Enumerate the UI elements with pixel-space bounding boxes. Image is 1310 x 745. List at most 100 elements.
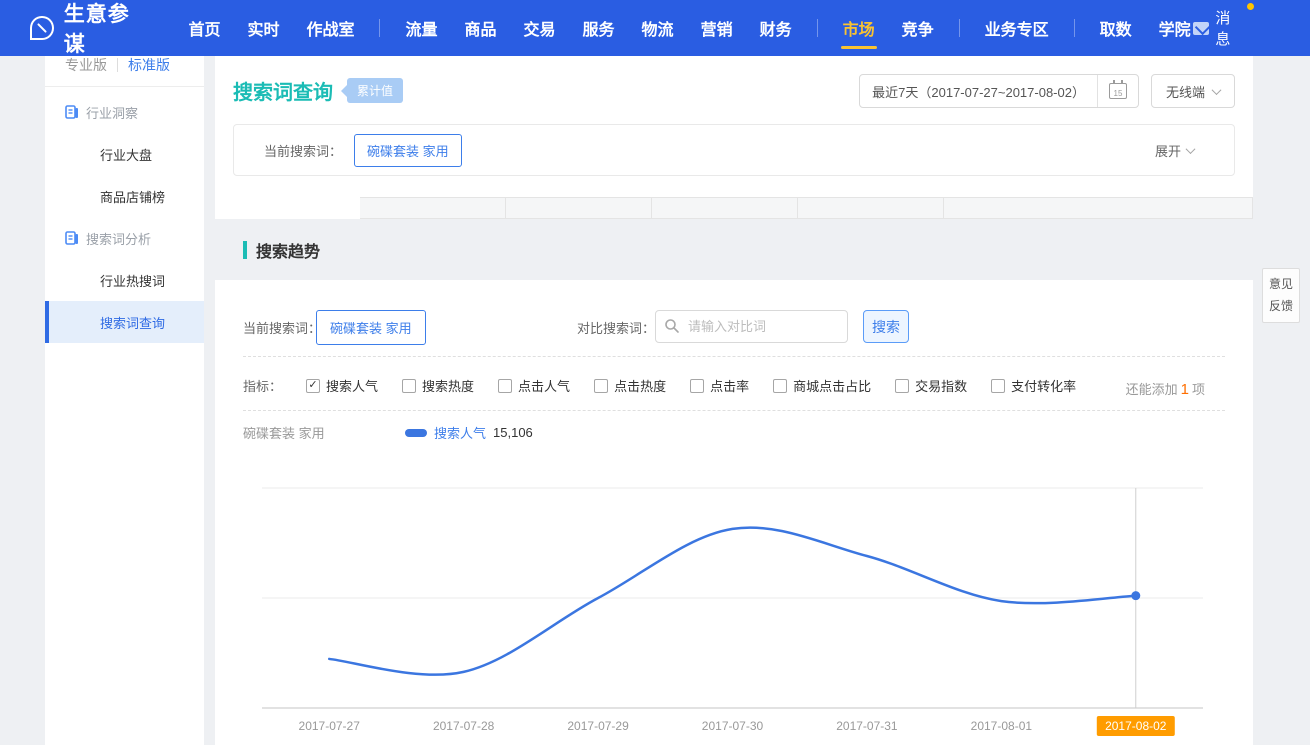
x-axis-label: 2017-07-27: [299, 719, 361, 733]
nav-item-4[interactable]: 流量: [403, 1, 439, 55]
date-range-picker[interactable]: 最近7天（2017-07-27~2017-08-02） 15: [859, 74, 1139, 108]
table-tab-0[interactable]: [215, 197, 360, 219]
metric-checkbox-1[interactable]: 搜索热度: [402, 376, 474, 395]
x-axis-label: 2017-07-28: [433, 719, 495, 733]
nav-item-13[interactable]: 竞争: [900, 1, 936, 55]
report-icon: [65, 231, 79, 245]
nav-item-7[interactable]: 服务: [581, 1, 617, 55]
nav-item-0[interactable]: 首页: [186, 1, 222, 55]
metric-label: 商城点击占比: [793, 376, 871, 395]
sidebar-item-0[interactable]: 行业洞察: [45, 91, 204, 133]
sidebar-item-label: 搜索词分析: [86, 229, 151, 248]
table-tab-5[interactable]: [944, 197, 1253, 219]
nav-item-12[interactable]: 市场: [841, 1, 877, 55]
metric-checkbox-2[interactable]: 点击人气: [498, 376, 570, 395]
trend-line-chart[interactable]: 2017-07-272017-07-282017-07-292017-07-30…: [215, 480, 1253, 745]
legend-series-name: 搜索人气: [434, 423, 486, 442]
x-axis-label: 2017-08-01: [971, 719, 1033, 733]
dashed-divider: [243, 356, 1225, 357]
trend-current-term-tag[interactable]: 碗碟套装 家用: [316, 310, 426, 345]
table-tab-3[interactable]: [652, 197, 798, 219]
sidebar-item-3[interactable]: 搜索词分析: [45, 217, 204, 259]
search-button[interactable]: 搜索: [863, 310, 909, 343]
chart-legend[interactable]: 搜索人气 15,106: [405, 423, 533, 442]
x-axis-label: 2017-07-31: [836, 719, 898, 733]
page-title-row: 搜索词查询 累计值: [233, 76, 403, 105]
compare-term-input[interactable]: [655, 310, 848, 343]
sidebar-item-label: 商品店铺榜: [100, 187, 165, 206]
table-tab-1[interactable]: [360, 197, 506, 219]
compass-logo-icon: [30, 16, 54, 40]
terminal-select[interactable]: 无线端: [1151, 74, 1235, 108]
sidebar-item-4[interactable]: 行业热搜词: [45, 259, 204, 301]
app-logo[interactable]: 生意参谋: [30, 0, 150, 58]
checkbox-unchecked-icon: [690, 379, 704, 393]
query-header-card: 搜索词查询 累计值 最近7天（2017-07-27~2017-08-02） 15…: [215, 56, 1253, 197]
sidebar-item-1[interactable]: 行业大盘: [45, 133, 204, 175]
nav-item-17[interactable]: 取数: [1098, 1, 1134, 55]
metric-checkbox-4[interactable]: 点击率: [690, 376, 749, 395]
sidebar-menu: 行业洞察行业大盘商品店铺榜搜索词分析行业热搜词搜索词查询: [45, 91, 204, 343]
version-tab-professional[interactable]: 专业版: [65, 56, 107, 75]
metric-label: 点击热度: [614, 376, 666, 395]
page-title: 搜索词查询: [233, 76, 333, 105]
metric-label: 交易指数: [915, 376, 967, 395]
date-range-text: 最近7天（2017-07-27~2017-08-02）: [860, 82, 1097, 101]
metric-checkbox-3[interactable]: 点击热度: [594, 376, 666, 395]
nav-item-1[interactable]: 实时: [245, 1, 281, 55]
sidebar-item-label: 行业热搜词: [100, 271, 165, 290]
metric-label: 搜索热度: [422, 376, 474, 395]
table-tab-4[interactable]: [798, 197, 944, 219]
trend-section-header: 搜索趋势: [215, 219, 1253, 280]
sidebar-item-label: 行业洞察: [86, 103, 138, 122]
metric-label: 点击率: [710, 376, 749, 395]
messages-button[interactable]: 消息: [1193, 7, 1245, 49]
metric-checkbox-7[interactable]: 支付转化率: [991, 376, 1076, 395]
header-controls: 最近7天（2017-07-27~2017-08-02） 15 无线端: [859, 74, 1235, 108]
nav-item-18[interactable]: 学院: [1157, 1, 1193, 55]
metrics-label: 指标：: [243, 376, 282, 395]
nav-menu: 首页实时作战室流量商品交易服务物流营销财务市场竞争业务专区取数学院: [186, 1, 1192, 55]
trend-chart-svg: 2017-07-272017-07-282017-07-292017-07-30…: [215, 480, 1253, 745]
metric-label: 搜索人气: [326, 376, 378, 395]
metric-checkbox-6[interactable]: 交易指数: [895, 376, 967, 395]
version-tab-standard[interactable]: 标准版: [128, 56, 170, 75]
checkbox-unchecked-icon: [594, 379, 608, 393]
expand-toggle[interactable]: 展开: [1155, 141, 1194, 160]
current-term-tag[interactable]: 碗碟套装 家用: [354, 134, 462, 167]
version-separator: [117, 58, 118, 72]
metrics-checkbox-row: 指标： ✓ 搜索人气 搜索热度 点击人气 点击热度 点击率 商城点击占比 交易指数 支付转化率: [243, 376, 1076, 395]
checkbox-checked-icon: ✓: [306, 379, 320, 393]
nav-item-5[interactable]: 商品: [463, 1, 499, 55]
search-trend-card: 当前搜索词： 碗碟套装 家用 对比搜索词： 搜索 指标：✓搜索人气搜索热度点击人…: [215, 280, 1253, 745]
metric-label: 点击人气: [518, 376, 570, 395]
x-axis-label: 2017-07-29: [567, 719, 629, 733]
feedback-line2: 反馈: [1263, 296, 1299, 318]
checkbox-unchecked-icon: [895, 379, 909, 393]
sidebar-item-2[interactable]: 商品店铺榜: [45, 175, 204, 217]
checkbox-unchecked-icon: [991, 379, 1005, 393]
feedback-button[interactable]: 意见 反馈: [1262, 268, 1300, 323]
dashed-divider: [243, 410, 1225, 411]
nav-item-9[interactable]: 营销: [699, 1, 735, 55]
feedback-line1: 意见: [1263, 274, 1299, 296]
version-switcher: 专业版 标准版: [45, 56, 204, 78]
nav-item-15[interactable]: 业务专区: [983, 1, 1051, 55]
metric-checkbox-0[interactable]: ✓ 搜索人气: [306, 376, 378, 395]
nav-group-divider: [379, 19, 380, 37]
expand-label: 展开: [1155, 141, 1181, 160]
metric-checkbox-5[interactable]: 商城点击占比: [773, 376, 871, 395]
sidebar-item-5[interactable]: 搜索词查询: [45, 301, 204, 343]
calendar-icon: 15: [1109, 83, 1127, 99]
table-tab-2[interactable]: [506, 197, 652, 219]
sidebar: 专业版 标准版 行业洞察行业大盘商品店铺榜搜索词分析行业热搜词搜索词查询: [45, 56, 204, 745]
mail-icon: [1193, 22, 1210, 35]
nav-item-6[interactable]: 交易: [522, 1, 558, 55]
current-term-label: 当前搜索词：: [264, 141, 342, 160]
nav-item-2[interactable]: 作战室: [304, 1, 356, 55]
remaining-count: 1: [1178, 381, 1192, 398]
nav-item-8[interactable]: 物流: [640, 1, 676, 55]
nav-group-divider: [959, 19, 960, 37]
metric-label: 支付转化率: [1011, 376, 1076, 395]
nav-item-10[interactable]: 财务: [758, 1, 794, 55]
